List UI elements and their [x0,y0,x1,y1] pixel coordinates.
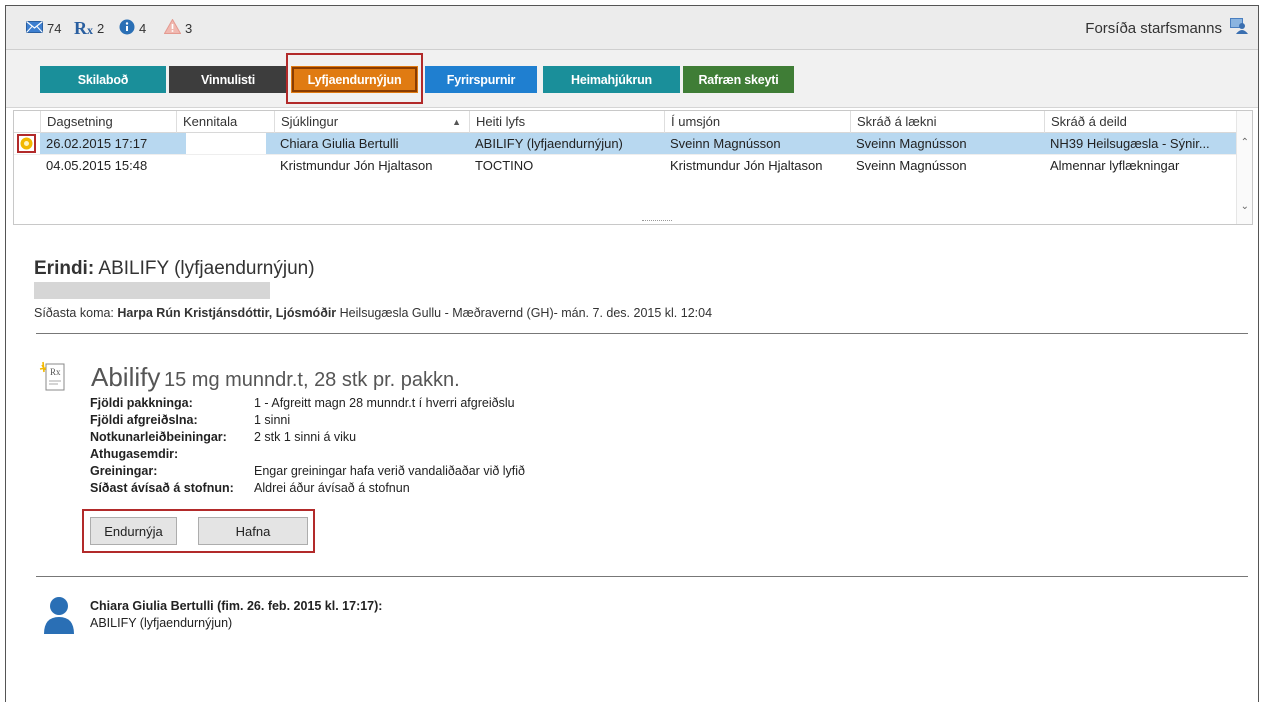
field-value: Aldrei áður ávísað á stofnun [254,481,410,495]
scroll-up-icon[interactable]: ⌃ [1241,137,1249,148]
field-row: Fjöldi afgreiðslna: 1 sinni [90,412,525,429]
erindi-title: Erindi: ABILIFY (lyfjaendurnýjun) [34,258,315,280]
message-author: Chiara Giulia Bertulli (fim. 26. feb. 20… [90,599,383,613]
table-scrollbar[interactable]: ⌃ ⌄ [1236,111,1252,224]
erindi-value: ABILIFY (lyfjaendurnýjun) [98,258,315,279]
status-bar: 74 Rx 2 4 3 Forsíða starfsmanns [6,6,1258,50]
cell-heiti-lyfs: TOCTINO [475,158,534,173]
warning-count: 3 [185,20,193,36]
cell-sjuklingur: Kristmundur Jón Hjaltason [280,158,433,173]
field-value: 1 sinni [254,413,291,427]
cell-i-umsjon: Sveinn Magnússon [670,136,781,151]
prescription-fields: Fjöldi pakkninga: 1 - Afgreitt magn 28 mu… [90,395,525,497]
cell-dagsetning: 26.02.2015 17:17 [46,136,148,151]
info-count: 4 [139,20,147,36]
module-toolbar: Skilaboð Vinnulisti Lyfjaendurnýjun Fyri… [6,50,1258,108]
envelope-icon [26,20,43,36]
field-label: Fjöldi pakkninga: [90,396,193,410]
reject-button[interactable]: Hafna [198,517,308,545]
cell-skrad-a-laekni: Sveinn Magnússon [856,136,967,151]
column-header-dagsetning[interactable]: Dagsetning [40,111,176,133]
message-block: Chiara Giulia Bertulli (fim. 26. feb. 20… [90,598,382,632]
erindi-label: Erindi: [34,258,95,279]
staff-user-icon [1230,18,1248,38]
info-indicator[interactable]: 4 [119,19,146,37]
scroll-down-icon[interactable]: ⌄ [1241,201,1249,212]
drug-heading: Abilify 15 mg munndr.t, 28 stk pr. pakkn… [91,362,460,393]
cell-kennitala-redacted [186,155,266,176]
skilabod-button[interactable]: Skilaboð [40,66,166,93]
cell-skrad-a-deild: NH39 Heilsugæsla - Sýnir... [1050,136,1210,151]
message-body: ABILIFY (lyfjaendurnýjun) [90,616,233,630]
svg-text:Rx: Rx [50,367,61,377]
rx-count: 2 [97,20,105,36]
star-bullet-icon [20,137,33,150]
field-value: 1 - Afgreitt magn 28 munndr.t í hverri a… [254,396,515,410]
field-label: Notkunarleiðbeiningar: [90,430,227,444]
home-link-label: Forsíða starfsmanns [1085,19,1222,37]
field-row: Síðast ávísað á stofnun: Aldrei áður ávís… [90,480,525,497]
drug-description: 15 mg munndr.t, 28 stk pr. pakkn. [163,369,460,391]
lyfjaendurnyjun-button[interactable]: Lyfjaendurnýjun [291,66,418,93]
cell-dagsetning: 04.05.2015 15:48 [46,158,148,173]
cell-skrad-a-deild: Almennar lyflækningar [1050,158,1180,173]
messages-indicator[interactable]: 74 [26,19,61,37]
fyrirspurnir-button[interactable]: Fyrirspurnir [425,66,537,93]
renew-button[interactable]: Endurnýja [90,517,177,545]
field-label: Síðast ávísað á stofnun: [90,481,234,495]
cell-heiti-lyfs: ABILIFY (lyfjaendurnýjun) [475,136,623,151]
drug-name: Abilify [91,362,161,392]
field-label: Greiningar: [90,464,158,478]
cell-kennitala-redacted [186,133,266,154]
column-header-sjuklingur[interactable]: Sjúklingur ▲ [274,111,469,133]
table-row[interactable]: 26.02.2015 17:17 Chiara Giulia Bertulli … [14,133,1252,154]
column-header-i-umsjon[interactable]: Í umsjón [664,111,850,133]
section-divider [36,576,1248,577]
last-visit-details: Heilsugæsla Gullu - Mæðravernd (GH)- mán… [339,306,713,320]
home-link[interactable]: Forsíða starfsmanns [1085,18,1248,38]
column-header-label: Sjúklingur [281,114,339,129]
redacted-patient-info [34,282,270,299]
field-label: Athugasemdir: [90,447,179,461]
rafraen-skeyti-button[interactable]: Rafræn skeyti [683,66,794,93]
info-icon [119,19,135,38]
warning-icon [163,18,182,37]
rx-icon: Rx [74,17,93,38]
column-header-kennitala[interactable]: Kennitala [176,111,274,133]
field-label: Fjöldi afgreiðslna: [90,413,198,427]
cell-i-umsjon: Kristmundur Jón Hjaltason [670,158,823,173]
new-item-marker [17,134,36,153]
pane-splitter-handle[interactable] [642,220,672,224]
field-row: Notkunarleiðbeiningar: 2 stk 1 sinni á vi… [90,429,525,446]
field-row: Fjöldi pakkninga: 1 - Afgreitt magn 28 mu… [90,395,525,412]
prescription-document-icon: Rx [38,361,68,396]
vinnulisti-button[interactable]: Vinnulisti [169,66,287,93]
column-header-heiti-lyfs[interactable]: Heiti lyfs [469,111,664,133]
section-divider [36,333,1248,334]
table-row[interactable]: 04.05.2015 15:48 Kristmundur Jón Hjaltas… [14,154,1252,175]
sort-ascending-icon: ▲ [452,117,461,127]
messages-count: 74 [47,20,62,36]
heimahjukrun-button[interactable]: Heimahjúkrun [543,66,680,93]
renewal-table: Dagsetning Kennitala Sjúklingur ▲ Heiti … [13,110,1253,225]
cell-sjuklingur: Chiara Giulia Bertulli [280,136,399,151]
person-avatar-icon [44,596,74,637]
last-visit-person: Harpa Rún Kristjánsdóttir, Ljósmóðir [117,306,337,320]
last-visit-line: Síðasta koma: Harpa Rún Kristjánsdóttir,… [34,306,712,320]
column-header-skrad-a-deild[interactable]: Skráð á deild [1044,111,1238,133]
rx-indicator[interactable]: Rx 2 [74,17,105,38]
field-value: 2 stk 1 sinni á viku [254,430,357,444]
table-header: Dagsetning Kennitala Sjúklingur ▲ Heiti … [14,111,1252,133]
last-visit-label: Síðasta koma: [34,306,114,320]
cell-skrad-a-laekni: Sveinn Magnússon [856,158,967,173]
field-row: Greiningar: Engar greiningar hafa verið v… [90,463,525,480]
field-row: Athugasemdir: [90,446,525,463]
app-window: 74 Rx 2 4 3 Forsíða starfsmanns Skilaboð [5,5,1259,702]
field-value: Engar greiningar hafa verið vandaliðaðar… [254,464,525,478]
column-header-skrad-a-laekni[interactable]: Skráð á lækni [850,111,1044,133]
warning-indicator[interactable]: 3 [163,18,193,37]
